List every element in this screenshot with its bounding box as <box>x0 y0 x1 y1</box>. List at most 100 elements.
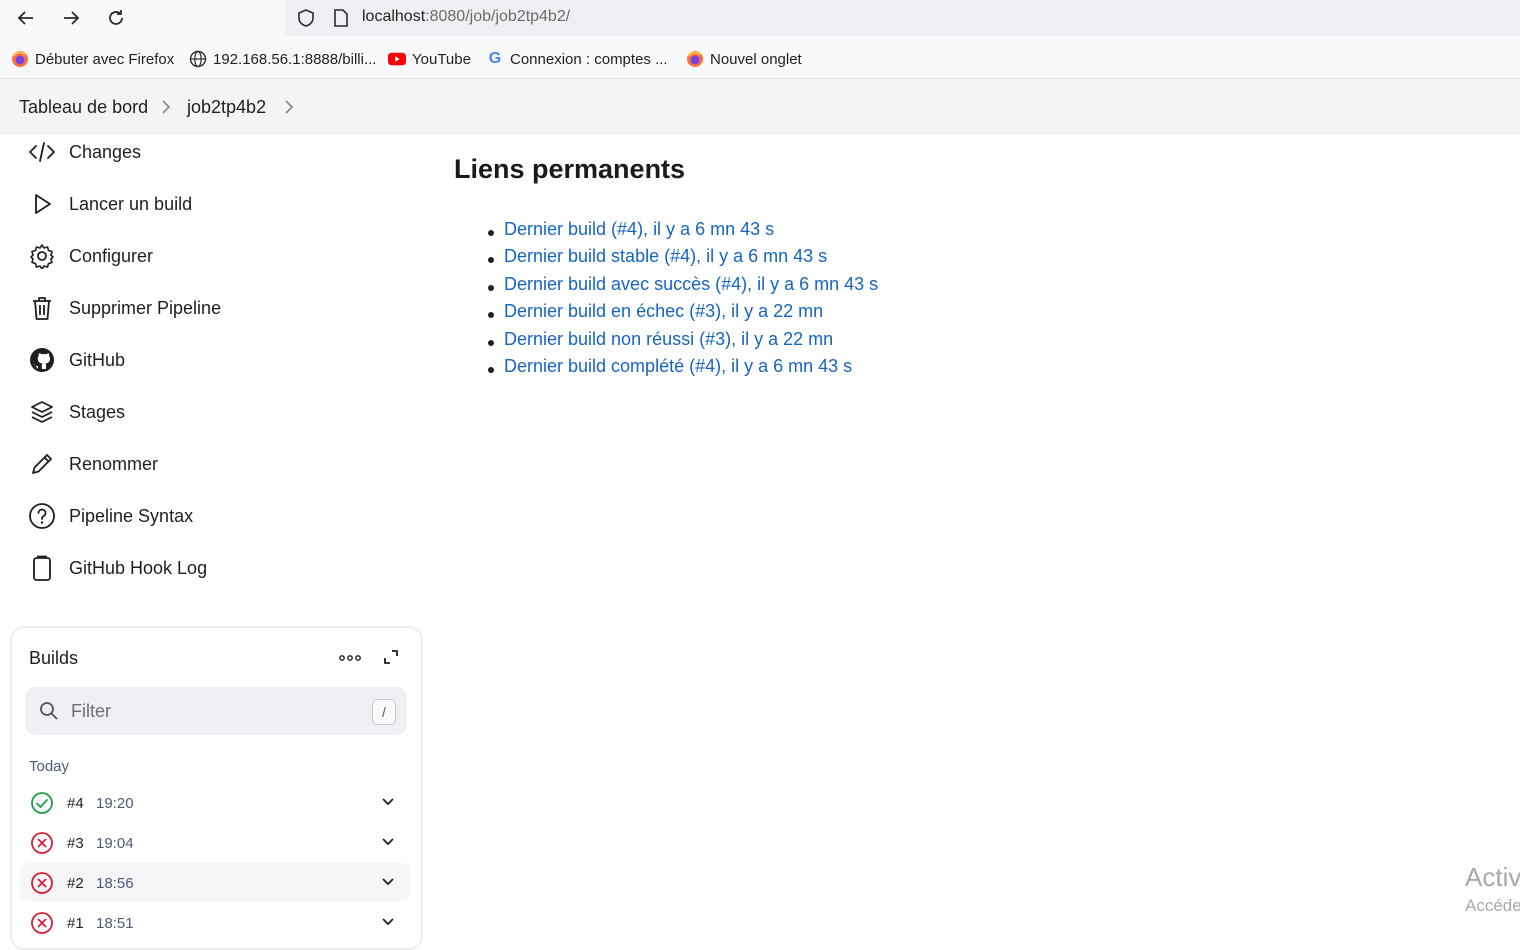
bookmark-youtube[interactable]: YouTube <box>388 50 471 68</box>
breadcrumb-dashboard[interactable]: Tableau de bord <box>19 97 148 118</box>
list-item: Dernier build complété (#4), il y a 6 mn… <box>487 356 878 383</box>
trash-icon <box>28 294 56 322</box>
bookmark-label: Nouvel onglet <box>710 50 802 68</box>
sidebar-item-label: Stages <box>69 401 126 422</box>
youtube-icon <box>388 50 406 68</box>
arrow-left-icon <box>17 11 33 25</box>
bookmark-label: 192.168.56.1:8888/billi... <box>213 50 377 68</box>
code-icon <box>28 138 56 166</box>
builds-filter[interactable]: / <box>25 687 407 735</box>
firefox-icon <box>686 50 704 68</box>
permalink-last-stable[interactable]: Dernier build stable (#4), il y a 6 mn 4… <box>504 246 827 266</box>
globe-icon <box>189 50 207 68</box>
breadcrumb: Tableau de bord job2tp4b2 <box>0 79 1520 135</box>
pencil-icon <box>28 450 56 478</box>
bookmarks-bar: Débuter avec Firefox 192.168.56.1:8888/b… <box>0 38 1520 79</box>
list-item: Dernier build stable (#4), il y a 6 mn 4… <box>487 246 878 273</box>
search-icon <box>40 702 58 720</box>
failed-icon <box>31 872 53 894</box>
page-icon[interactable] <box>332 8 350 28</box>
success-icon <box>31 792 53 814</box>
gear-icon <box>28 242 56 270</box>
build-number: #4 <box>67 795 84 812</box>
permalinks-list: Dernier build (#4), il y a 6 mn 43 s Der… <box>487 219 878 383</box>
build-number: #1 <box>67 915 84 932</box>
clipboard-icon <box>28 554 56 582</box>
chevron-right-icon <box>162 100 171 114</box>
url-path: :8080/job/job2tp4b2/ <box>425 8 571 25</box>
bookmark-google-connexion[interactable]: G Connexion : comptes ... <box>486 50 668 68</box>
arrow-right-icon <box>64 11 80 25</box>
sidebar-item-label: Changes <box>69 141 142 162</box>
sidebar-item-label: Lancer un build <box>69 193 193 214</box>
firefox-icon <box>11 50 29 68</box>
permalink-last-completed[interactable]: Dernier build complété (#4), il y a 6 mn… <box>504 356 852 376</box>
sidebar-item-configurer[interactable]: Configurer <box>28 238 153 274</box>
more-options-icon[interactable] <box>339 654 361 662</box>
play-icon <box>28 190 56 218</box>
permalink-last-failed[interactable]: Dernier build en échec (#3), il y a 22 m… <box>504 301 823 321</box>
sidebar-item-label: Renommer <box>69 453 159 474</box>
build-number: #3 <box>67 835 84 852</box>
sidebar-item-changes[interactable]: Changes <box>28 134 141 170</box>
sidebar-item-pipeline-syntax[interactable]: Pipeline Syntax <box>28 498 193 534</box>
breadcrumb-job[interactable]: job2tp4b2 <box>187 97 266 118</box>
sidebar-item-label: GitHub Hook Log <box>69 557 208 578</box>
github-icon <box>28 346 56 374</box>
build-row[interactable]: #1 18:51 <box>20 903 410 941</box>
reload-icon <box>109 10 123 25</box>
sidebar-item-github[interactable]: GitHub <box>28 342 125 378</box>
sidebar-item-stages[interactable]: Stages <box>28 394 125 430</box>
back-button[interactable] <box>11 4 41 32</box>
filter-input[interactable] <box>69 700 353 723</box>
bookmark-billing[interactable]: 192.168.56.1:8888/billi... <box>189 50 376 68</box>
list-item: Dernier build avec succès (#4), il y a 6… <box>487 274 878 301</box>
shield-icon[interactable] <box>296 8 316 28</box>
build-row[interactable]: #2 18:56 <box>20 863 410 901</box>
sidebar-item-label: GitHub <box>69 349 126 370</box>
build-time: 19:04 <box>96 835 134 852</box>
permalink-last-build[interactable]: Dernier build (#4), il y a 6 mn 43 s <box>504 219 774 239</box>
failed-icon <box>31 912 53 934</box>
builds-group-label: Today <box>29 758 70 775</box>
forward-button[interactable] <box>56 4 86 32</box>
list-item: Dernier build (#4), il y a 6 mn 43 s <box>487 219 878 246</box>
list-item: Dernier build non réussi (#3), il y a 22… <box>487 329 878 356</box>
bookmark-nouvel-onglet[interactable]: Nouvel onglet <box>686 50 802 68</box>
help-icon <box>28 502 56 530</box>
bookmark-label: YouTube <box>412 50 471 68</box>
chevron-down-icon[interactable] <box>380 913 396 929</box>
bookmark-debuter-firefox[interactable]: Débuter avec Firefox <box>11 50 174 68</box>
chevron-down-icon[interactable] <box>380 793 396 809</box>
activation-watermark-sub: Accéde <box>1465 896 1520 915</box>
permalink-last-successful[interactable]: Dernier build avec succès (#4), il y a 6… <box>504 274 878 294</box>
chevron-right-icon[interactable] <box>283 98 295 116</box>
build-time: 18:56 <box>96 875 134 892</box>
url-text[interactable]: localhost:8080/job/job2tp4b2/ <box>362 8 570 26</box>
sidebar-item-label: Pipeline Syntax <box>69 505 194 526</box>
layers-icon <box>28 398 56 426</box>
builds-card: Builds / Today #4 19:20 #3 19:04 #2 18:5… <box>10 626 423 950</box>
chevron-down-icon[interactable] <box>380 873 396 889</box>
sidebar-item-supprimer-pipeline[interactable]: Supprimer Pipeline <box>28 290 221 326</box>
build-time: 18:51 <box>96 915 134 932</box>
reload-button[interactable] <box>101 4 131 32</box>
chevron-down-icon[interactable] <box>380 833 396 849</box>
build-time: 19:20 <box>96 795 134 812</box>
sidebar-item-label: Supprimer Pipeline <box>69 297 222 318</box>
build-number: #2 <box>67 875 84 892</box>
page-title: Liens permanents <box>454 154 686 184</box>
build-row[interactable]: #3 19:04 <box>20 823 410 861</box>
build-row[interactable]: #4 19:20 <box>20 783 410 821</box>
list-item: Dernier build en échec (#3), il y a 22 m… <box>487 301 878 328</box>
expand-icon[interactable] <box>382 648 400 666</box>
browser-toolbar: localhost:8080/job/job2tp4b2/ <box>0 0 1520 38</box>
sidebar-item-lancer-build[interactable]: Lancer un build <box>28 186 192 222</box>
sidebar-item-renommer[interactable]: Renommer <box>28 446 158 482</box>
url-host: localhost <box>362 8 426 25</box>
sidebar-item-label: Configurer <box>69 245 154 266</box>
sidebar-item-github-hook-log[interactable]: GitHub Hook Log <box>28 550 207 586</box>
failed-icon <box>31 832 53 854</box>
shortcut-key: / <box>372 699 396 725</box>
permalink-last-unsuccessful[interactable]: Dernier build non réussi (#3), il y a 22… <box>504 329 833 349</box>
